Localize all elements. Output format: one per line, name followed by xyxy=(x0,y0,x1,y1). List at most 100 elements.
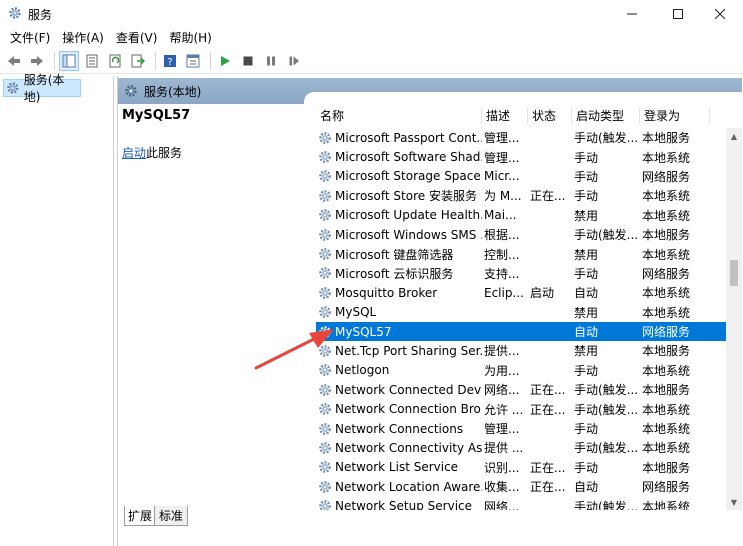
service-row[interactable]: Netlogon 为用... 手动 本地系统 xyxy=(316,361,726,380)
service-description: 根据... xyxy=(484,228,520,243)
service-status: 正在... xyxy=(530,480,566,495)
service-log-on-as: 本地服务 xyxy=(642,383,691,398)
refresh-icon xyxy=(109,54,121,67)
service-description: 网络... xyxy=(484,383,520,398)
service-name-cell: Microsoft Windows SMS ... xyxy=(316,228,482,242)
service-description: 支持... xyxy=(484,266,520,281)
help-button[interactable]: ? xyxy=(160,51,180,71)
service-row[interactable]: Microsoft Software Shad... 管理... 手动 本地系统 xyxy=(316,147,726,166)
service-description: 为用... xyxy=(484,363,520,378)
service-row[interactable]: MySQL 禁用 本地系统 xyxy=(316,303,726,322)
export-list-button[interactable] xyxy=(128,51,148,71)
service-row[interactable]: MySQL57 自动 网络服务 xyxy=(316,321,726,342)
back-button[interactable] xyxy=(4,51,24,71)
minimize-button[interactable] xyxy=(609,0,655,28)
service-log-on-as: 本地服务 xyxy=(642,344,691,359)
service-gear-icon xyxy=(319,209,331,222)
pause-service-button[interactable] xyxy=(261,51,281,71)
service-name-cell: Microsoft Update Health... xyxy=(316,208,482,222)
stop-service-button[interactable] xyxy=(238,51,258,71)
menu-action[interactable]: 操作(A) xyxy=(56,28,110,48)
service-description: 管理... xyxy=(484,150,520,165)
service-row[interactable]: Microsoft 云标识服务 支持... 手动 网络服务 xyxy=(316,264,726,283)
column-header-startup-type[interactable]: 启动类型 xyxy=(572,107,640,124)
service-startup-type: 手动 xyxy=(574,266,599,281)
service-log-on-as: 本地系统 xyxy=(642,150,691,165)
close-button[interactable] xyxy=(697,0,743,28)
service-row[interactable]: Network Connected Devi... 网络... 正在... 手动(触发… xyxy=(316,380,726,399)
menu-view[interactable]: 查看(V) xyxy=(110,28,164,48)
close-icon xyxy=(715,9,725,19)
start-service-button[interactable] xyxy=(215,51,235,71)
service-row[interactable]: Microsoft Update Health... Mai... 禁用 本地系统 xyxy=(316,206,726,225)
forward-arrow-icon xyxy=(31,55,43,66)
properties-button[interactable] xyxy=(82,51,102,71)
refresh-button[interactable] xyxy=(105,51,125,71)
service-row[interactable]: Network Connection Bro... 允许 ... 正在... 手动(触… xyxy=(316,399,726,418)
service-name: Microsoft 云标识服务 xyxy=(335,266,454,281)
service-row[interactable]: Microsoft Store 安装服务为 M... 正在... 手动 本地系统 xyxy=(316,186,726,205)
scrollbar-thumb[interactable] xyxy=(730,260,738,286)
services-panel: 服务(本地) MySQL57 启动此服务 ^ 名称 描述 状态 启动类型 登录为… xyxy=(117,76,743,546)
service-row[interactable]: Microsoft Passport Cont... 管理... 手动(触发... 本… xyxy=(316,128,726,147)
service-row[interactable]: Network Connections 管理... 手动 本地系统 xyxy=(316,419,726,438)
column-header-status[interactable]: 状态 xyxy=(528,107,572,124)
maximize-icon xyxy=(673,9,683,19)
service-name-cell: Microsoft Storage Space... xyxy=(316,169,482,183)
service-row[interactable]: Network Location Aware... 收集... 正在... 自动 网络服… xyxy=(316,477,726,496)
tree-item-label: 服务(本地) xyxy=(23,73,65,104)
menu-file[interactable]: 文件(F) xyxy=(4,28,56,48)
stop-icon xyxy=(243,56,253,65)
services-gear-icon xyxy=(125,85,137,97)
service-name-cell: Network Connected Devi... xyxy=(316,383,482,397)
console-tree-button[interactable] xyxy=(59,50,79,71)
service-description: 允许 ... xyxy=(484,402,524,417)
start-service-link[interactable]: 启动 xyxy=(122,146,146,160)
service-name: Microsoft Store 安装服务 xyxy=(335,189,477,204)
service-log-on-as: 网络服务 xyxy=(642,325,691,340)
service-description: 管理... xyxy=(484,422,520,437)
restart-service-button[interactable] xyxy=(284,51,304,71)
service-gear-icon xyxy=(319,383,331,396)
service-name: Microsoft Storage Space... xyxy=(335,169,482,184)
service-gear-icon xyxy=(319,325,331,338)
service-name: Network Connected Devi... xyxy=(335,382,482,397)
export-icon xyxy=(131,54,145,67)
column-header-log-on-as[interactable]: 登录为 xyxy=(640,107,710,124)
service-gear-icon xyxy=(319,267,331,280)
service-startup-type: 手动 xyxy=(574,460,599,475)
service-gear-icon xyxy=(319,306,331,319)
service-row[interactable]: Network Connectivity Ass...提供 ... 手动(触发..… xyxy=(316,438,726,457)
service-row[interactable]: Microsoft 键盘筛选器 控制... 禁用 本地系统 xyxy=(316,244,726,263)
services-list: ^ 名称 描述 状态 启动类型 登录为 Microsoft Passport C… xyxy=(316,104,726,510)
service-startup-type: 手动 xyxy=(574,189,599,204)
tab-extended[interactable]: 扩展 xyxy=(124,506,156,526)
service-startup-type: 禁用 xyxy=(574,344,599,359)
service-row[interactable]: Network List Service 识别... 正在... 手动 本地服务 xyxy=(316,458,726,477)
service-gear-icon xyxy=(319,480,331,493)
service-gear-icon xyxy=(319,190,331,202)
tree-item-services-local[interactable]: 服务(本地) xyxy=(3,73,81,104)
service-row[interactable]: Net.Tcp Port Sharing Ser... 提供... 禁用 本地服务 xyxy=(316,341,726,360)
service-name: Net.Tcp Port Sharing Ser... xyxy=(335,343,482,358)
service-name: Microsoft Windows SMS ... xyxy=(335,227,482,242)
scroll-up-icon[interactable]: ▲ xyxy=(726,128,742,144)
service-status: 正在... xyxy=(530,460,566,475)
service-name-cell: Net.Tcp Port Sharing Ser... xyxy=(316,344,482,358)
column-header-description[interactable]: 描述 xyxy=(482,107,528,124)
service-startup-type: 手动(触发... xyxy=(574,383,639,398)
service-name: Microsoft Update Health... xyxy=(335,208,482,223)
maximize-button[interactable] xyxy=(655,0,701,28)
service-row[interactable]: Mosquitto Broker Eclip... 启动 自动 本地系统 xyxy=(316,283,726,302)
menu-help[interactable]: 帮助(H) xyxy=(163,28,217,48)
show-hide-pane-button[interactable] xyxy=(183,51,203,71)
service-description: 管理... xyxy=(484,131,520,146)
service-row[interactable]: Microsoft Storage Space... Micr... 手动 网络服务 xyxy=(316,167,726,186)
service-name: Network List Service xyxy=(335,460,459,475)
service-name-cell: Microsoft 云标识服务 xyxy=(316,265,482,282)
tab-standard[interactable]: 标准 xyxy=(154,506,188,526)
vertical-scrollbar[interactable]: ▲ ▼ xyxy=(726,128,742,510)
forward-button[interactable] xyxy=(27,51,47,71)
service-row[interactable]: Microsoft Windows SMS ... 根据... 手动(触发... 本地… xyxy=(316,225,726,244)
service-name-cell: Microsoft Store 安装服务 xyxy=(316,187,482,204)
